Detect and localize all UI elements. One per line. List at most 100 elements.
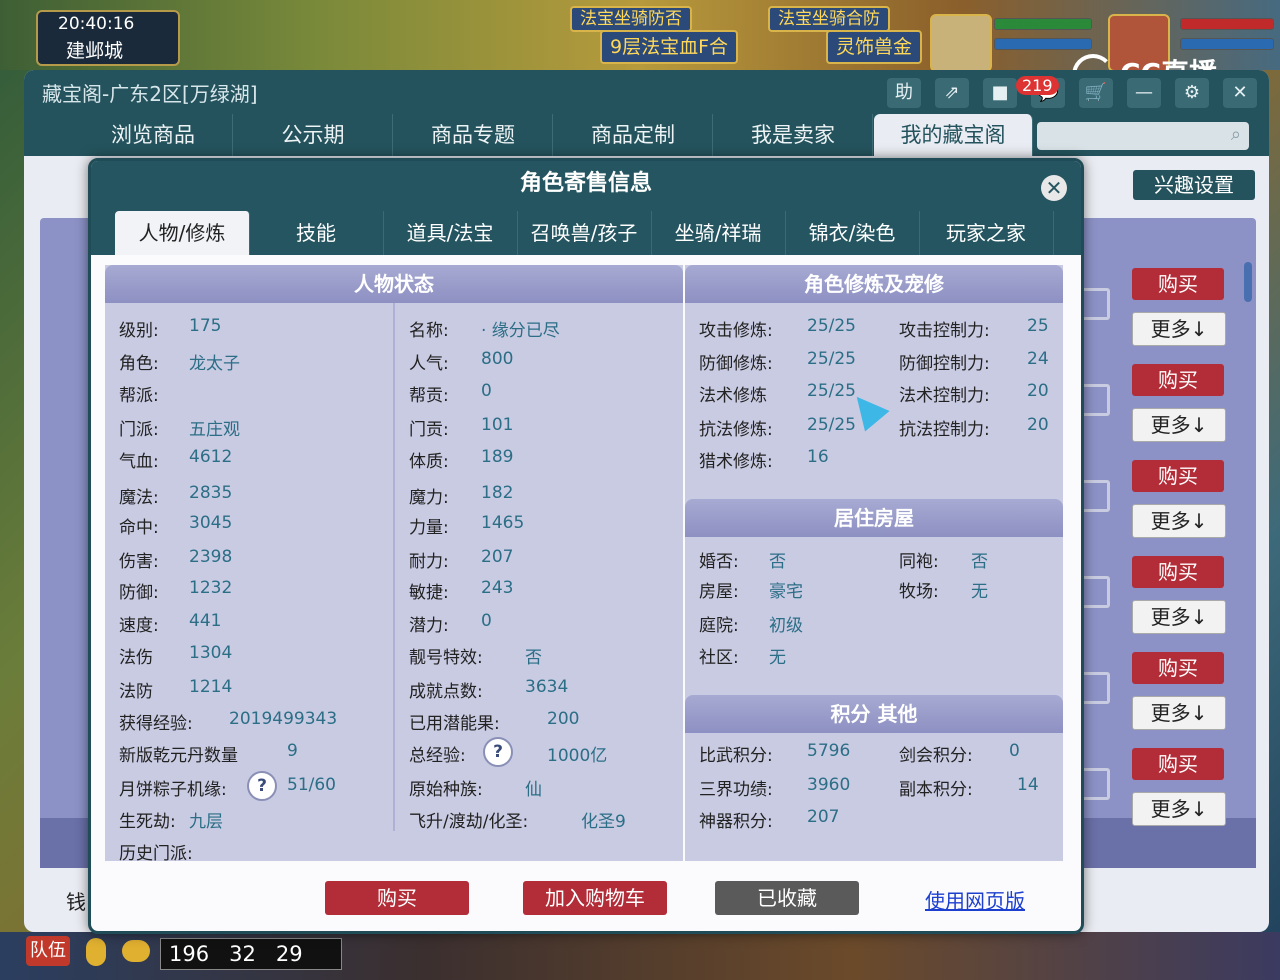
side-buy-button[interactable]: 购买 <box>1132 364 1224 396</box>
pet-hp-bar <box>994 18 1092 30</box>
team-button[interactable]: 队伍 <box>26 936 70 966</box>
nav-topics[interactable]: 商品专题 <box>394 114 553 156</box>
field-label: 副本积分: <box>899 780 973 800</box>
training-header: 角色修炼及宠修 <box>685 265 1063 303</box>
pet-avatar[interactable] <box>930 14 992 72</box>
field-label: 角色: <box>119 354 159 374</box>
gear-icon[interactable]: ⚙ <box>1175 78 1209 108</box>
list-scrollbar[interactable] <box>1244 262 1252 302</box>
field-value: 0 <box>481 611 492 631</box>
nav-public[interactable]: 公示期 <box>234 114 393 156</box>
nav-browse[interactable]: 浏览商品 <box>74 114 233 156</box>
mic-icon[interactable] <box>86 938 106 966</box>
tab-outfits[interactable]: 锦衣/染色 <box>785 211 920 255</box>
add-to-cart-button[interactable]: 加入购物车 <box>523 881 667 915</box>
field-label: 气血: <box>119 452 159 472</box>
field-label: 帮派: <box>119 386 159 406</box>
promo-banner[interactable]: 法宝坐骑防否 <box>570 6 692 32</box>
side-buy-button[interactable]: 购买 <box>1132 268 1224 300</box>
nav-seller[interactable]: 我是卖家 <box>714 114 873 156</box>
field-label: 敏捷: <box>409 583 449 603</box>
field-value: 2019499343 <box>229 709 338 729</box>
field-value: 0 <box>481 381 492 401</box>
field-label: 生死劫: <box>119 812 176 832</box>
field-value: 1000亿 <box>547 746 608 766</box>
search-input[interactable]: ⌕ <box>1037 122 1249 150</box>
close-icon[interactable]: ✕ <box>1041 175 1067 201</box>
field-value: 仙 <box>525 780 542 800</box>
window-titlebar: 藏宝阁-广东2区[万绿湖] 助 ⇗ ■ 💬 🛒 — ⚙ ✕ <box>24 70 1269 114</box>
search-icon[interactable]: ⌕ <box>1231 124 1241 145</box>
field-label: 帮贡: <box>409 386 449 406</box>
field-value: 9 <box>287 741 298 761</box>
field-label: 已用潜能果: <box>409 714 500 734</box>
pet-mp-bar <box>994 38 1092 50</box>
cart-icon[interactable]: 🛒 <box>1079 78 1113 108</box>
side-more-button[interactable]: 更多↓ <box>1132 600 1226 634</box>
field-label: 人气: <box>409 354 449 374</box>
stop-icon[interactable]: ■ <box>983 78 1017 108</box>
game-time: 20:40:16 <box>58 14 135 34</box>
tab-items[interactable]: 道具/法宝 <box>383 211 518 255</box>
side-buy-button[interactable]: 购买 <box>1132 556 1224 588</box>
field-value: 200 <box>547 709 580 729</box>
collected-button[interactable]: 已收藏 <box>715 881 859 915</box>
interest-settings-button[interactable]: 兴趣设置 <box>1133 170 1255 200</box>
field-label: 体质: <box>409 452 449 472</box>
close-icon[interactable]: ✕ <box>1223 78 1257 108</box>
tab-mounts[interactable]: 坐骑/祥瑞 <box>651 211 786 255</box>
house-header: 居住房屋 <box>685 499 1063 537</box>
field-label: 名称: <box>409 321 449 341</box>
minimize-icon[interactable]: — <box>1127 78 1161 108</box>
field-label: 成就点数: <box>409 682 483 702</box>
field-label: 婚否: <box>699 552 739 572</box>
player-hp-bar <box>1180 18 1274 30</box>
field-label: 防御: <box>119 583 159 603</box>
field-label: 三界功绩: <box>699 780 773 800</box>
field-value: 初级 <box>769 616 803 636</box>
field-label: 速度: <box>119 616 159 636</box>
field-label: 牧场: <box>899 582 939 602</box>
field-value: 2398 <box>189 547 233 567</box>
field-label: 潜力: <box>409 616 449 636</box>
help-icon[interactable]: ? <box>483 737 513 767</box>
tab-pets[interactable]: 召唤兽/孩子 <box>517 211 652 255</box>
side-buy-button[interactable]: 购买 <box>1132 748 1224 780</box>
help-icon[interactable]: ? <box>247 771 277 801</box>
status-header: 人物状态 <box>105 265 683 303</box>
chat-bubble-icon[interactable] <box>122 940 150 962</box>
field-label: 攻击控制力: <box>899 321 990 341</box>
promo-banner[interactable]: 灵饰兽金 <box>826 30 923 64</box>
field-label: 法术修炼 <box>699 386 767 406</box>
side-more-button[interactable]: 更多↓ <box>1132 504 1226 538</box>
role-sale-modal: 角色寄售信息 ✕ 人物/修炼 技能 道具/法宝 召唤兽/孩子 坐骑/祥瑞 锦衣/… <box>88 158 1084 934</box>
share-icon[interactable]: ⇗ <box>935 78 969 108</box>
coordinates-readout: 196 32 29 <box>160 938 342 970</box>
promo-banner[interactable]: 法宝坐骑合防 <box>768 6 890 32</box>
coord-z: 29 <box>275 942 303 966</box>
side-more-button[interactable]: 更多↓ <box>1132 792 1226 826</box>
modal-tabs: 人物/修炼 技能 道具/法宝 召唤兽/孩子 坐骑/祥瑞 锦衣/染色 玩家之家 <box>91 207 1081 255</box>
field-value: 否 <box>769 552 786 572</box>
side-buy-button[interactable]: 购买 <box>1132 652 1224 684</box>
web-version-link[interactable]: 使用网页版 <box>925 885 1025 914</box>
field-label: 抗法控制力: <box>899 420 990 440</box>
help-icon[interactable]: 助 <box>887 78 921 108</box>
side-more-button[interactable]: 更多↓ <box>1132 408 1226 442</box>
field-value: 5796 <box>807 741 851 761</box>
tab-skills[interactable]: 技能 <box>249 211 384 255</box>
field-value: 龙太子 <box>189 354 240 374</box>
tab-character[interactable]: 人物/修炼 <box>115 211 250 255</box>
promo-banner[interactable]: 9层法宝血F合 <box>600 30 739 64</box>
field-value: 16 <box>807 447 829 467</box>
field-label: 耐力: <box>409 552 449 572</box>
side-more-button[interactable]: 更多↓ <box>1132 696 1226 730</box>
buy-button[interactable]: 购买 <box>325 881 469 915</box>
field-value: 无 <box>769 648 786 668</box>
side-more-button[interactable]: 更多↓ <box>1132 312 1226 346</box>
side-buy-button[interactable]: 购买 <box>1132 460 1224 492</box>
nav-custom[interactable]: 商品定制 <box>554 114 713 156</box>
tab-home[interactable]: 玩家之家 <box>919 211 1054 255</box>
nav-my-cbg[interactable]: 我的藏宝阁 <box>874 114 1033 156</box>
field-value: 九层 <box>189 812 223 832</box>
